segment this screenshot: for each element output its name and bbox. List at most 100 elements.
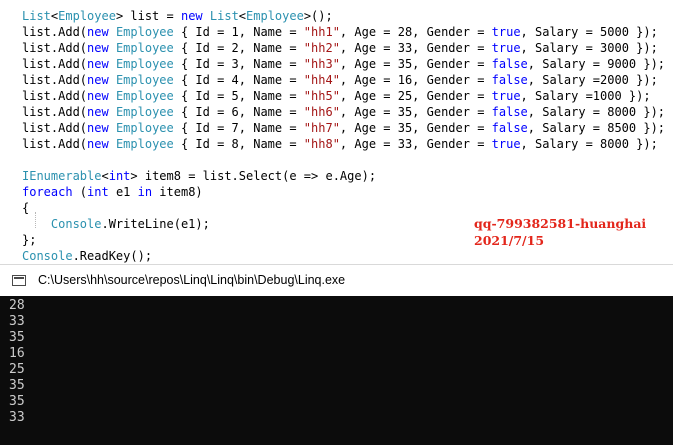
code-token: new [180,9,203,23]
code-line: list.Add(new Employee { Id = 4, Name = "… [22,72,658,88]
code-line: list.Add(new Employee { Id = 1, Name = "… [22,24,658,40]
code-token: , Age = 16, Gender = [339,73,492,87]
code-token: , Salary = 3000 }); [520,41,658,55]
code-token: , Age = 33, Gender = [339,41,492,55]
console-titlebar[interactable]: C:\Users\hh\source\repos\Linq\Linq\bin\D… [0,264,673,296]
code-token: , Age = 28, Gender = [339,25,492,39]
watermark-author: qq-799382581-huanghai [474,216,647,231]
code-token: , Age = 35, Gender = [339,57,492,71]
code-token: new [87,121,109,135]
code-token: ( [72,185,88,199]
code-token: , Salary = 9000 }); [527,57,666,71]
console-output-line: 16 [9,346,25,361]
code-line: list.Add(new Employee { Id = 8, Name = "… [22,136,658,152]
code-token: new [87,137,109,151]
code-token: true [491,89,521,103]
code-token: , Salary = 8000 }); [520,137,658,151]
code-token: Console [22,249,73,263]
code-line: }; [22,232,36,248]
code-token: "hh4" [303,73,340,87]
code-token: Employee [246,9,304,23]
console-output-line: 35 [9,394,25,409]
code-token: "hh8" [303,137,340,151]
console-output-area[interactable]: 28 33 35 16 25 35 35 33 [0,296,673,445]
code-token: Employee [115,121,174,135]
console-output-line: 35 [9,330,25,345]
code-token: int [87,185,109,199]
code-token: > list = [115,9,181,23]
code-token: list.Add( [22,89,88,103]
code-token: > item8 = list.Select(e => e.Age); [130,169,377,183]
code-token: Employee [115,25,174,39]
code-token: , Salary =1000 }); [520,89,651,103]
code-token: true [491,137,521,151]
code-token: list.Add( [22,57,88,71]
code-token: , Salary =2000 }); [527,73,658,87]
console-output-line: 33 [9,314,25,329]
code-token: .ReadKey(); [72,249,153,263]
code-token: "hh3" [303,57,340,71]
code-token: list.Add( [22,121,88,135]
code-token: false [491,57,528,71]
console-title: C:\Users\hh\source\repos\Linq\Linq\bin\D… [38,273,346,287]
code-token: list.Add( [22,25,88,39]
code-token: int [108,169,131,183]
code-token: "hh7" [303,121,340,135]
code-line: { [22,200,29,216]
code-token: false [491,73,528,87]
code-token: { Id = 6, Name = [173,105,304,119]
code-token: "hh1" [303,25,340,39]
code-token: { Id = 1, Name = [173,25,304,39]
code-token: IEnumerable [22,169,102,183]
code-line: list.Add(new Employee { Id = 3, Name = "… [22,56,665,72]
code-token: List [209,9,239,23]
code-line: list.Add(new Employee { Id = 6, Name = "… [22,104,665,120]
code-token: { Id = 7, Name = [173,121,304,135]
code-token: List [22,9,51,23]
code-token: false [491,121,528,135]
code-token: list.Add( [22,105,88,119]
watermark-date: 2021/7/15 [474,233,545,248]
code-token: Employee [58,9,116,23]
code-token: false [491,105,528,119]
code-token: >(); [303,9,333,23]
code-token: < [238,9,247,23]
code-token: , Age = 35, Gender = [339,105,492,119]
code-token: new [87,57,109,71]
code-token: { Id = 2, Name = [173,41,304,55]
code-token: list.Add( [22,41,88,55]
code-token: , Age = 35, Gender = [339,121,492,135]
code-token: Employee [115,73,174,87]
code-line: list.Add(new Employee { Id = 7, Name = "… [22,120,665,136]
code-token: foreach [22,185,73,199]
code-editor[interactable]: qq-799382581-huanghai 2021/7/15 List<Emp… [0,0,673,263]
code-token: item8) [152,185,203,199]
code-line: foreach (int e1 in item8) [22,184,203,200]
code-line: IEnumerable<int> item8 = list.Select(e =… [22,168,376,184]
console-output-line: 28 [9,298,25,313]
code-token: "hh6" [303,105,340,119]
code-token: , Salary = 8000 }); [527,105,666,119]
code-line: Console.WriteLine(e1); [22,216,210,232]
code-token: Employee [115,41,174,55]
console-window[interactable]: C:\Users\hh\source\repos\Linq\Linq\bin\D… [0,264,673,445]
console-output-line: 35 [9,378,25,393]
code-token: new [87,73,109,87]
code-token: { Id = 4, Name = [173,73,304,87]
code-token: new [87,89,109,103]
code-token: Employee [115,89,174,103]
code-token: { [22,201,30,215]
console-output-line: 25 [9,362,25,377]
code-token: Employee [115,57,174,71]
code-line: list.Add(new Employee { Id = 2, Name = "… [22,40,658,56]
console-output-line: 33 [9,410,25,425]
code-token: "hh5" [303,89,340,103]
